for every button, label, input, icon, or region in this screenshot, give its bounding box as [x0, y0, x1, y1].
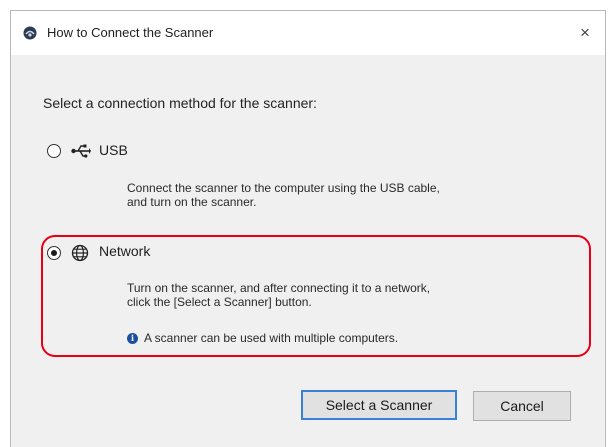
select-scanner-button[interactable]: Select a Scanner	[301, 390, 457, 420]
network-description-line: click the [Select a Scanner] button.	[127, 295, 312, 309]
cancel-button[interactable]: Cancel	[473, 391, 571, 421]
scanner-app-icon	[23, 26, 37, 40]
usb-description: Connect the scanner to the computer usin…	[127, 181, 440, 209]
usb-description-line: and turn on the scanner.	[127, 195, 257, 209]
network-description: Turn on the scanner, and after connectin…	[127, 281, 430, 309]
network-radio[interactable]	[47, 246, 61, 260]
close-icon: ×	[580, 23, 590, 42]
connection-method-prompt: Select a connection method for the scann…	[43, 95, 317, 111]
usb-icon	[71, 143, 91, 164]
usb-radio[interactable]	[47, 144, 61, 158]
network-description-line: Turn on the scanner, and after connectin…	[127, 281, 431, 295]
window-title: How to Connect the Scanner	[47, 25, 214, 40]
network-globe-icon	[71, 244, 89, 267]
dialog-window: How to Connect the Scanner × Select a co…	[10, 10, 606, 447]
title-bar: How to Connect the Scanner ×	[11, 11, 605, 55]
network-info-note: i A scanner can be used with multiple co…	[127, 331, 398, 345]
usb-option-label[interactable]: USB	[99, 142, 128, 158]
info-icon: i	[127, 332, 138, 344]
usb-description-line: Connect the scanner to the computer usin…	[127, 181, 440, 195]
network-option-label[interactable]: Network	[99, 243, 150, 259]
close-button[interactable]: ×	[565, 11, 605, 55]
info-text: A scanner can be used with multiple comp…	[144, 331, 399, 345]
